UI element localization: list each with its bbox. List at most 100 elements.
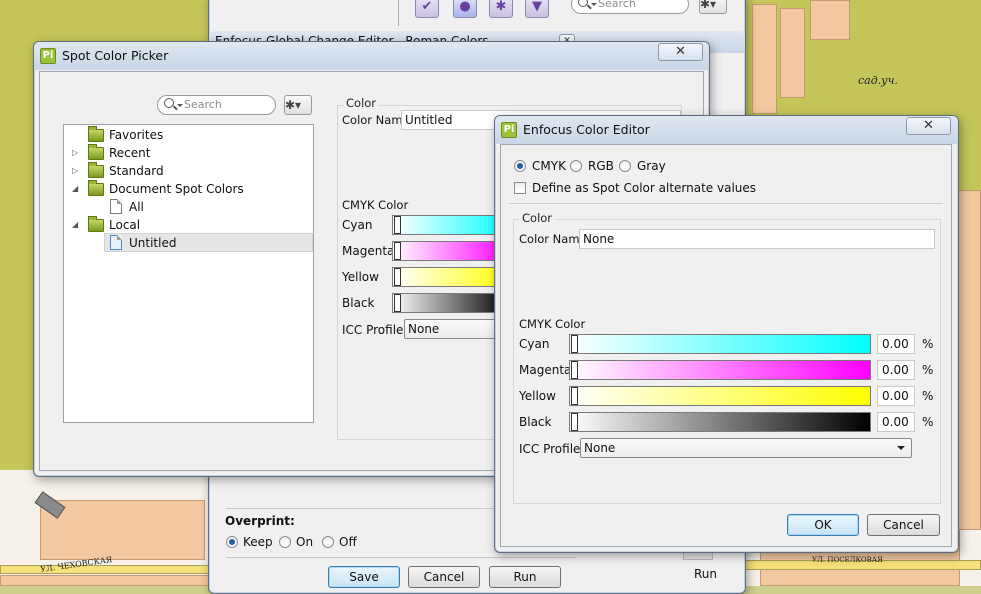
mode-rgb-radio[interactable] <box>570 160 582 172</box>
divider <box>509 203 943 204</box>
expand-arrow-icon[interactable]: ▷ <box>72 144 78 162</box>
check-icon[interactable]: ✔ <box>415 0 439 18</box>
chevron-down-icon <box>897 446 905 454</box>
pitstop-app-icon: Pi <box>501 122 517 138</box>
cancel-button[interactable]: Cancel <box>867 514 940 536</box>
map-road <box>0 565 210 574</box>
spot-color-picker-titlebar: Pi Spot Color Picker ✕ <box>34 42 709 70</box>
chevron-down-icon <box>591 3 597 9</box>
overprint-on-label: On <box>296 535 314 549</box>
chevron-down-icon <box>177 104 183 110</box>
editor-cmyk-label: CMYK Color <box>519 317 586 331</box>
overprint-on-radio[interactable] <box>279 536 291 548</box>
slider-thumb[interactable] <box>394 242 401 260</box>
map-block <box>810 0 850 40</box>
tree-item-standard[interactable]: ▷ Standard <box>72 162 302 180</box>
cancel-button[interactable]: Cancel <box>408 566 480 588</box>
search-icon <box>164 98 174 108</box>
percent-unit: % <box>922 363 934 377</box>
spot-color-group-label: Color <box>344 96 379 110</box>
editor-black-label: Black <box>519 415 552 429</box>
spot-cmyk-label: CMYK Color <box>342 198 409 212</box>
color-editor-title: Enfocus Color Editor <box>523 122 650 137</box>
spot-alternate-label: Define as Spot Color alternate values <box>532 181 757 195</box>
editor-preview-area <box>579 249 935 309</box>
spot-color-picker-title: Spot Color Picker <box>62 48 169 63</box>
document-icon <box>110 199 122 214</box>
globe-icon[interactable]: ● <box>453 0 477 18</box>
color-editor-titlebar: Pi Enfocus Color Editor ✕ <box>495 116 958 144</box>
editor-black-value[interactable]: 0.00 <box>877 412 915 432</box>
editor-magenta-slider[interactable] <box>569 360 871 380</box>
spot-icc-label: ICC Profile: <box>342 323 408 337</box>
editor-black-slider[interactable] <box>569 412 871 432</box>
mode-cmyk-radio[interactable] <box>514 160 526 172</box>
folder-icon <box>88 126 104 142</box>
pitstop-app-icon: Pi <box>40 48 56 64</box>
slider-thumb[interactable] <box>394 294 401 312</box>
slider-thumb[interactable] <box>571 413 578 431</box>
tree-item-all[interactable]: All <box>108 198 298 216</box>
percent-unit: % <box>922 389 934 403</box>
tree-item-untitled[interactable]: Untitled <box>108 234 298 252</box>
save-button[interactable]: Save <box>328 566 400 588</box>
overprint-keep-label: Keep <box>243 535 273 549</box>
color-editor-window: Pi Enfocus Color Editor ✕ CMYK RGB Gray … <box>494 115 959 553</box>
filter-icon[interactable]: ▼ <box>525 0 549 18</box>
percent-unit: % <box>922 415 934 429</box>
map-street-label: УЛ. ПОСЕЛКОВАЯ <box>812 556 883 564</box>
map-block <box>780 8 805 98</box>
tree-item-document-spot-colors[interactable]: ◢ Document Spot Colors <box>72 180 302 198</box>
mode-gray-radio[interactable] <box>619 160 631 172</box>
slider-thumb[interactable] <box>394 268 401 286</box>
spot-magenta-label: Magenta <box>342 244 395 258</box>
tree-item-recent[interactable]: ▷ Recent <box>72 144 302 162</box>
editor-cyan-label: Cyan <box>519 337 550 351</box>
percent-unit: % <box>922 337 934 351</box>
overprint-off-radio[interactable] <box>322 536 334 548</box>
spot-options-gear-button[interactable]: ✱▾ <box>284 95 312 115</box>
back-toolbar: ✔ ● ✱ ▼ Search ✱▾ <box>398 0 743 26</box>
color-editor-content: CMYK RGB Gray Define as Spot Color alter… <box>500 144 952 547</box>
editor-icc-profile-select[interactable]: None <box>580 438 912 458</box>
ok-button[interactable]: OK <box>787 514 859 536</box>
spot-picker-close-button[interactable]: ✕ <box>658 43 703 61</box>
editor-yellow-slider[interactable] <box>569 386 871 406</box>
collapse-arrow-icon[interactable]: ◢ <box>72 180 78 198</box>
back-search-input[interactable]: Search <box>571 0 689 14</box>
spot-yellow-label: Yellow <box>342 270 379 284</box>
editor-yellow-value[interactable]: 0.00 <box>877 386 915 406</box>
spot-color-name-label: Color Name <box>342 113 410 127</box>
map-block <box>40 500 205 560</box>
run-button[interactable]: Run <box>489 566 561 588</box>
editor-cyan-value[interactable]: 0.00 <box>877 334 915 354</box>
map-label-sad: сад.уч. <box>858 74 898 87</box>
run-right-label[interactable]: Run <box>694 567 717 581</box>
spot-search-input[interactable]: Search <box>157 95 276 115</box>
overprint-label: Overprint: <box>225 514 295 528</box>
editor-magenta-value[interactable]: 0.00 <box>877 360 915 380</box>
tree-item-favorites[interactable]: Favorites <box>86 126 306 144</box>
slider-thumb[interactable] <box>571 335 578 353</box>
slider-thumb[interactable] <box>571 387 578 405</box>
folder-icon <box>88 162 104 178</box>
editor-color-name-label: Color Name <box>519 232 587 246</box>
slider-thumb[interactable] <box>571 361 578 379</box>
editor-cyan-slider[interactable] <box>569 334 871 354</box>
color-editor-close-button[interactable]: ✕ <box>906 117 951 135</box>
expand-arrow-icon[interactable]: ▷ <box>72 162 78 180</box>
collapse-arrow-icon[interactable]: ◢ <box>72 216 78 234</box>
mode-gray-label: Gray <box>637 159 666 173</box>
map-block <box>752 4 777 114</box>
slider-thumb[interactable] <box>394 216 401 234</box>
editor-icc-label: ICC Profile: <box>519 442 585 456</box>
editor-color-group-label: Color <box>519 211 556 225</box>
overprint-keep-radio[interactable] <box>226 536 238 548</box>
gear-icon[interactable]: ✱ <box>489 0 513 18</box>
mode-rgb-label: RGB <box>588 159 614 173</box>
spot-alternate-checkbox[interactable] <box>514 182 526 194</box>
back-options-button[interactable]: ✱▾ <box>699 0 727 14</box>
mode-cmyk-label: CMYK <box>532 159 566 173</box>
editor-color-name-field[interactable]: None <box>579 229 935 249</box>
tree-item-local[interactable]: ◢ Local <box>72 216 302 234</box>
